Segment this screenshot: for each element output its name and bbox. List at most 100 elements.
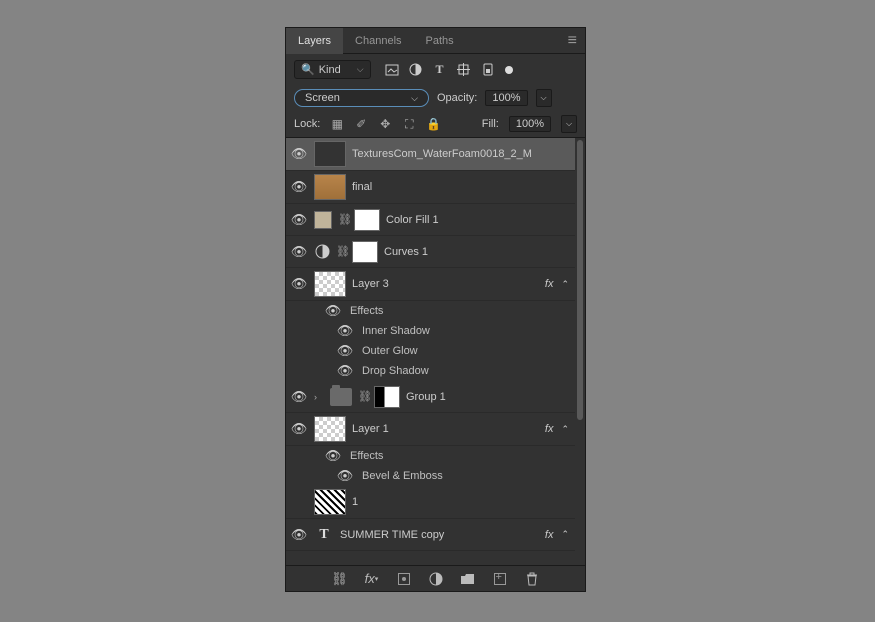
layer-name[interactable]: final (352, 181, 571, 193)
layer-name[interactable]: 1 (352, 496, 571, 508)
delete-layer-button[interactable] (524, 571, 540, 587)
blend-row: Screen ⌵ Opacity: 100% ⌵ (286, 85, 585, 111)
layer-name[interactable]: Color Fill 1 (386, 214, 571, 226)
layer-thumbnail[interactable] (314, 271, 346, 297)
visibility-toggle[interactable]: 👁 (336, 343, 354, 359)
link-layers-button[interactable]: ⛓ (332, 571, 348, 587)
visibility-toggle[interactable]: 👁 (324, 448, 342, 464)
lock-label: Lock: (294, 118, 320, 130)
visibility-toggle[interactable]: 👁 (290, 389, 308, 405)
add-mask-button[interactable] (396, 571, 412, 587)
layer-mask[interactable] (374, 386, 400, 408)
add-adjustment-button[interactable] (428, 571, 444, 587)
filter-toggle-icon[interactable] (505, 66, 513, 74)
curves-icon (314, 244, 330, 260)
layer-row[interactable]: 👁 ⛓ Curves 1 (286, 236, 575, 268)
effect-row[interactable]: 👁 Outer Glow (286, 341, 575, 361)
folder-icon (330, 388, 352, 406)
layers-list: 👁 TexturesCom_WaterFoam0018_2_M 👁 final … (286, 138, 585, 565)
opacity-chevron[interactable]: ⌵ (536, 89, 552, 107)
visibility-toggle[interactable]: 👁 (290, 527, 308, 543)
tab-paths[interactable]: Paths (414, 28, 466, 54)
fill-label: Fill: (482, 118, 499, 130)
lock-all-icon[interactable]: 🔒 (426, 117, 440, 132)
kind-label: Kind (319, 64, 341, 76)
add-fx-button[interactable]: fx▾ (364, 571, 380, 587)
effect-name: Drop Shadow (362, 365, 429, 377)
link-icon[interactable]: ⛓ (358, 390, 368, 403)
layer-mask[interactable] (354, 209, 380, 231)
add-group-button[interactable] (460, 571, 476, 587)
scrollbar[interactable] (577, 140, 583, 420)
expand-icon[interactable]: › (314, 392, 324, 402)
layer-row[interactable]: 👁 Layer 1 fx ⌃ (286, 413, 575, 446)
layer-row[interactable]: 👁 Layer 3 fx ⌃ (286, 268, 575, 301)
layer-row[interactable]: 👁 T SUMMER TIME copy fx ⌃ (286, 519, 575, 551)
visibility-toggle[interactable]: 👁 (290, 146, 308, 162)
link-icon[interactable]: ⛓ (336, 245, 346, 258)
layer-name[interactable]: TexturesCom_WaterFoam0018_2_M (352, 148, 571, 160)
link-icon[interactable]: ⛓ (338, 213, 348, 226)
filter-kind-select[interactable]: 🔍 Kind ⌵ (294, 60, 371, 79)
filter-smart-icon[interactable] (481, 63, 495, 77)
filter-adjustment-icon[interactable] (409, 63, 423, 77)
new-layer-button[interactable] (492, 571, 508, 587)
chevron-down-icon: ⌵ (411, 93, 418, 104)
opacity-value[interactable]: 100% (485, 90, 527, 106)
tab-layers[interactable]: Layers (286, 28, 343, 54)
visibility-toggle[interactable]: 👁 (290, 421, 308, 437)
layer-name[interactable]: Layer 3 (352, 278, 539, 290)
blend-mode-select[interactable]: Screen ⌵ (294, 89, 429, 107)
visibility-toggle[interactable]: 👁 (324, 303, 342, 319)
visibility-toggle[interactable]: 👁 (290, 276, 308, 292)
layer-row[interactable]: 👁 › ⛓ Group 1 (286, 381, 575, 413)
panel-menu-icon[interactable]: ≡ (568, 32, 577, 50)
filter-type-icon[interactable]: T (433, 63, 447, 77)
visibility-toggle[interactable]: 👁 (290, 179, 308, 195)
layer-row[interactable]: 1 (286, 486, 575, 519)
layer-row[interactable]: 👁 ⛓ Color Fill 1 (286, 204, 575, 236)
lock-artboard-icon[interactable]: ⛶ (402, 117, 416, 132)
effects-header: 👁 Effects (286, 301, 575, 321)
fill-chevron[interactable]: ⌵ (561, 115, 577, 133)
layer-name[interactable]: Group 1 (406, 391, 571, 403)
layers-panel: Layers Channels Paths ≡ 🔍 Kind ⌵ T Scree… (285, 27, 586, 592)
layer-thumbnail[interactable] (314, 174, 346, 200)
visibility-toggle[interactable]: 👁 (336, 468, 354, 484)
effect-row[interactable]: 👁 Inner Shadow (286, 321, 575, 341)
filter-pixel-icon[interactable] (385, 63, 399, 77)
lock-transparency-icon[interactable]: ▦ (330, 117, 344, 132)
visibility-toggle[interactable]: 👁 (336, 363, 354, 379)
filter-shape-icon[interactable] (457, 63, 471, 77)
lock-row: Lock: ▦ ✐ ✥ ⛶ 🔒 Fill: 100% ⌵ (286, 111, 585, 138)
lock-position-icon[interactable]: ✥ (378, 117, 392, 132)
layers-inner: 👁 TexturesCom_WaterFoam0018_2_M 👁 final … (286, 138, 575, 565)
layer-name[interactable]: Layer 1 (352, 423, 539, 435)
layer-name[interactable]: Curves 1 (384, 246, 571, 258)
layer-row[interactable]: 👁 TexturesCom_WaterFoam0018_2_M (286, 138, 575, 171)
effect-row[interactable]: 👁 Bevel & Emboss (286, 466, 575, 486)
layer-thumbnail[interactable] (314, 416, 346, 442)
tab-channels[interactable]: Channels (343, 28, 413, 54)
visibility-toggle[interactable]: 👁 (336, 323, 354, 339)
effects-collapse-icon[interactable]: ⌃ (561, 279, 569, 290)
effects-collapse-icon[interactable]: ⌃ (561, 529, 569, 540)
lock-paint-icon[interactable]: ✐ (354, 117, 368, 132)
layer-mask[interactable] (352, 241, 378, 263)
effects-label: Effects (350, 450, 383, 462)
effect-row[interactable]: 👁 Drop Shadow (286, 361, 575, 381)
visibility-toggle[interactable]: 👁 (290, 212, 308, 228)
visibility-toggle[interactable]: 👁 (290, 244, 308, 260)
layer-name[interactable]: SUMMER TIME copy (340, 529, 539, 541)
search-icon: 🔍 (301, 63, 315, 76)
adjustment-swatch[interactable] (314, 211, 332, 229)
effects-collapse-icon[interactable]: ⌃ (561, 424, 569, 435)
type-layer-icon: T (314, 527, 334, 543)
fill-value[interactable]: 100% (509, 116, 551, 132)
effects-header: 👁 Effects (286, 446, 575, 466)
opacity-label: Opacity: (437, 92, 477, 104)
layer-thumbnail[interactable] (314, 141, 346, 167)
layer-row[interactable]: 👁 final (286, 171, 575, 204)
layer-thumbnail[interactable] (314, 489, 346, 515)
effects-label: Effects (350, 305, 383, 317)
